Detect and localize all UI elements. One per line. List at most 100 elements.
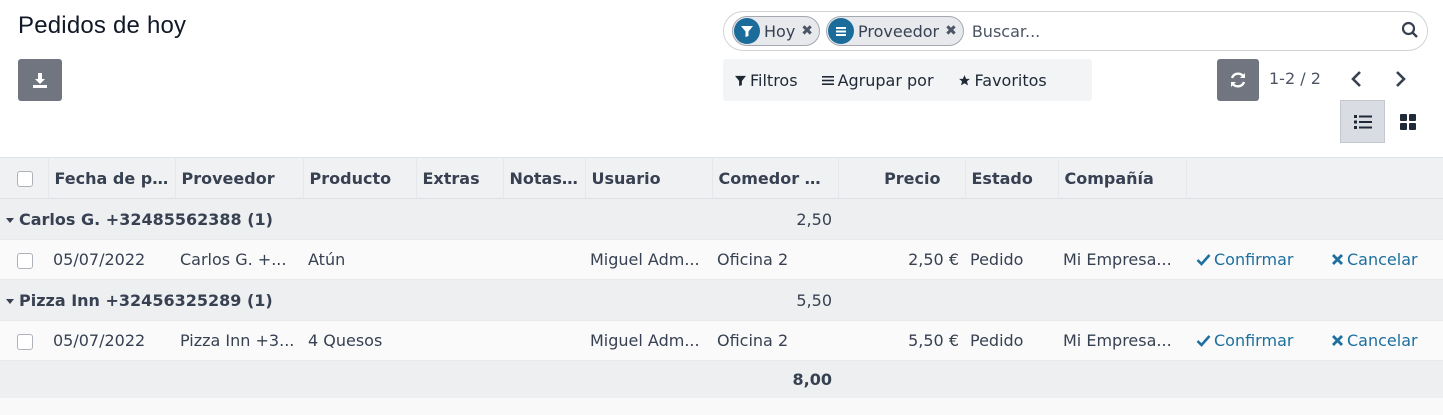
table-row[interactable]: 05/07/2022 Pizza Inn +3... 4 Quesos Migu… xyxy=(0,320,1443,361)
group-title: Carlos G. +32485562388 (1) xyxy=(19,209,273,229)
select-all-cell xyxy=(0,157,49,199)
remove-facet-icon[interactable]: ✖ xyxy=(801,23,813,39)
group-title: Pizza Inn +32456325289 (1) xyxy=(19,290,273,310)
download-icon xyxy=(33,73,47,88)
check-icon xyxy=(1196,334,1211,347)
list-background xyxy=(0,398,1443,415)
column-header-usuario[interactable]: Usuario xyxy=(585,157,713,199)
column-header-comedor[interactable]: Comedor d... xyxy=(712,157,839,199)
favorites-label: Favoritos xyxy=(974,70,1047,90)
refresh-button[interactable] xyxy=(1217,59,1259,101)
filter-icon xyxy=(734,18,760,44)
chevron-left-icon xyxy=(1351,71,1361,87)
confirm-label: Confirmar xyxy=(1214,330,1294,350)
list-view-button[interactable] xyxy=(1340,100,1385,143)
group-row[interactable]: Pizza Inn +32456325289 (1) 5,50 xyxy=(0,279,1443,321)
column-header-estado[interactable]: Estado xyxy=(965,157,1059,199)
search-options-bar: Filtros Agrupar por Favoritos xyxy=(723,59,1092,101)
cell-proveedor: Carlos G. +... xyxy=(175,239,303,280)
group-by-icon xyxy=(828,18,855,44)
cell-usuario: Miguel Adm... xyxy=(585,320,712,361)
table-row[interactable]: 05/07/2022 Carlos G. +... Atún Miguel Ad… xyxy=(0,239,1443,280)
close-icon xyxy=(1332,253,1343,265)
cell-proveedor: Pizza Inn +3... xyxy=(175,320,303,361)
cell-compania: Mi Empresa... xyxy=(1058,239,1186,280)
page-title: Pedidos de hoy xyxy=(18,12,187,39)
cancel-button[interactable]: Cancelar xyxy=(1331,250,1418,269)
confirm-label: Confirmar xyxy=(1214,249,1294,269)
cell-producto: Atún xyxy=(303,239,416,280)
caret-down-icon xyxy=(6,218,14,223)
search-icon[interactable] xyxy=(1401,21,1419,43)
cell-precio: 2,50 € xyxy=(838,239,965,280)
group-subtotal: 5,50 xyxy=(712,279,838,321)
column-header-actions-2 xyxy=(1316,157,1443,199)
cell-estado: Pedido xyxy=(965,239,1058,280)
cell-notas xyxy=(503,320,585,361)
column-header-notas[interactable]: Notas... xyxy=(503,157,586,199)
filters-toggle[interactable]: Filtros xyxy=(735,71,798,90)
cell-estado: Pedido xyxy=(965,320,1058,361)
table-footer-row: 8,00 xyxy=(0,360,1443,399)
pager-next-button[interactable] xyxy=(1392,68,1408,90)
filter-icon xyxy=(735,75,746,86)
grid-icon xyxy=(1399,113,1416,130)
column-header-producto[interactable]: Producto xyxy=(303,157,417,199)
facet-today: Hoy ✖ xyxy=(732,16,821,46)
facet-label: Hoy xyxy=(764,21,796,41)
group-row[interactable]: Carlos G. +32485562388 (1) 2,50 xyxy=(0,198,1443,240)
group-subtotal: 2,50 xyxy=(712,198,838,240)
refresh-icon xyxy=(1230,72,1246,88)
cell-compania: Mi Empresa... xyxy=(1058,320,1186,361)
cancel-label: Cancelar xyxy=(1347,249,1418,269)
group-label: Carlos G. +32485562388 (1) xyxy=(0,198,712,240)
cell-fecha: 05/07/2022 xyxy=(48,239,175,280)
cell-comedor: Oficina 2 xyxy=(712,320,838,361)
kanban-view-button[interactable] xyxy=(1385,100,1430,143)
chevron-right-icon xyxy=(1396,71,1406,87)
facet-supplier: Proveedor ✖ xyxy=(826,16,964,46)
table-header-row: Fecha de p... Proveedor Producto Extras … xyxy=(0,157,1443,199)
facet-label: Proveedor xyxy=(858,21,940,41)
select-all-checkbox[interactable] xyxy=(17,171,33,187)
search-bar[interactable]: Hoy ✖ Proveedor ✖ xyxy=(723,11,1428,51)
search-input[interactable] xyxy=(969,20,1380,42)
cell-comedor: Oficina 2 xyxy=(712,239,838,280)
group-label: Pizza Inn +32456325289 (1) xyxy=(0,279,712,321)
filters-label: Filtros xyxy=(750,70,798,90)
confirm-button[interactable]: Confirmar xyxy=(1196,250,1293,269)
bars-icon xyxy=(821,75,834,85)
cell-usuario: Miguel Adm... xyxy=(585,239,712,280)
pager-value[interactable]: 1-2 / 2 xyxy=(1269,69,1321,88)
cell-fecha: 05/07/2022 xyxy=(48,320,175,361)
favorites-toggle[interactable]: Favoritos xyxy=(958,71,1047,90)
group-by-toggle[interactable]: Agrupar por xyxy=(821,70,934,90)
star-icon xyxy=(958,74,970,85)
remove-facet-icon[interactable]: ✖ xyxy=(945,23,957,39)
caret-down-icon xyxy=(6,299,14,304)
close-icon xyxy=(1332,334,1343,346)
check-icon xyxy=(1196,253,1211,266)
download-button[interactable] xyxy=(18,59,62,101)
column-header-extras[interactable]: Extras xyxy=(416,157,504,199)
row-checkbox[interactable] xyxy=(17,333,33,350)
cancel-label: Cancelar xyxy=(1347,330,1418,350)
row-checkbox[interactable] xyxy=(17,252,33,269)
cell-producto: 4 Quesos xyxy=(303,320,416,361)
cell-precio: 5,50 € xyxy=(838,320,965,361)
column-header-compania[interactable]: Compañía xyxy=(1058,157,1187,199)
cell-notas xyxy=(503,239,585,280)
pager-previous-button[interactable] xyxy=(1349,68,1365,90)
group-by-label: Agrupar por xyxy=(837,70,934,90)
column-header-actions xyxy=(1186,157,1316,199)
list-icon xyxy=(1353,114,1372,129)
total-sum: 8,00 xyxy=(712,360,838,399)
cancel-button[interactable]: Cancelar xyxy=(1331,331,1418,350)
column-header-precio[interactable]: Precio xyxy=(838,157,966,199)
cell-extras xyxy=(416,239,503,280)
cell-extras xyxy=(416,320,503,361)
confirm-button[interactable]: Confirmar xyxy=(1196,331,1293,350)
column-header-fecha[interactable]: Fecha de p... xyxy=(48,157,176,199)
column-header-proveedor[interactable]: Proveedor xyxy=(175,157,304,199)
orders-table: Fecha de p... Proveedor Producto Extras … xyxy=(0,157,1443,399)
